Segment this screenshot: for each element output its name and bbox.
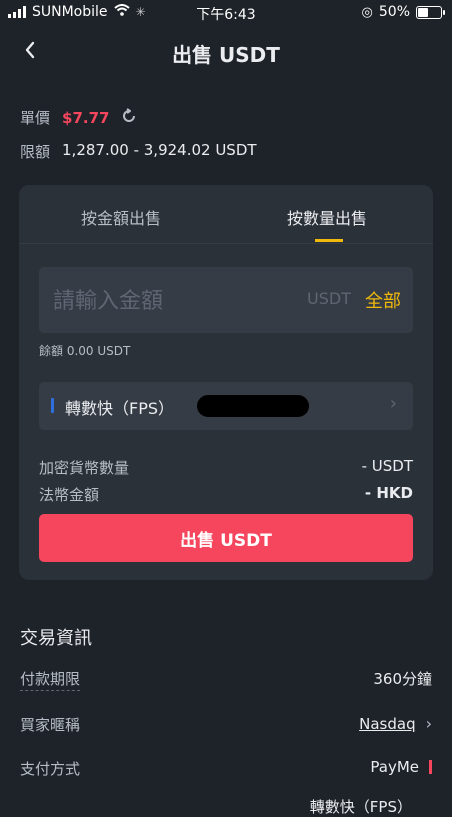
nav-bar: 出售 USDT <box>0 30 452 74</box>
status-bar: SUNMobile ✳ 下午6:43 ◎ 50% <box>0 0 452 26</box>
orientation-lock-icon: ◎ <box>361 4 373 20</box>
chevron-right-icon: › <box>389 393 397 414</box>
payment-methods-row: 支付方式 PayMe <box>20 758 432 779</box>
battery-percent: 50% <box>378 4 410 20</box>
sell-card: 按金額出售 按數量出售 USDT 全部 餘額 0.00 USDT 轉數快（FPS… <box>19 185 433 580</box>
buyer-nickname-link[interactable]: Nasdaq <box>359 715 415 733</box>
amount-unit: USDT <box>307 289 351 308</box>
balance-text: 餘額 0.00 USDT <box>39 344 131 358</box>
active-tab-indicator <box>315 239 343 242</box>
payment-methods-label: 支付方式 <box>20 760 81 778</box>
amount-input[interactable] <box>51 267 295 335</box>
payment-deadline-label[interactable]: 付款期限 <box>20 670 81 691</box>
crypto-amount-row: 加密貨幣數量 - USDT <box>39 457 413 478</box>
redacted-account <box>197 395 309 417</box>
trade-info-title: 交易資訊 <box>20 628 92 649</box>
limit-label: 限額 <box>20 143 51 161</box>
fiat-amount-label: 法幣金額 <box>39 486 100 504</box>
tab-sell-by-quantity[interactable]: 按數量出售 <box>287 205 367 229</box>
battery-icon <box>416 5 445 19</box>
fps-method: 轉數快（FPS） <box>309 798 412 816</box>
price-label: 單價 <box>20 109 51 127</box>
price-row: 單價 $7.77 <box>20 107 137 128</box>
page-title: 出售 USDT <box>172 43 280 67</box>
all-button[interactable]: 全部 <box>365 287 401 313</box>
chevron-right-icon[interactable]: › <box>426 714 432 733</box>
fiat-amount-row: 法幣金額 - HKD <box>39 484 413 505</box>
buyer-nickname-label: 買家暱稱 <box>20 716 81 734</box>
payment-deadline-row: 付款期限 360分鐘 <box>20 668 432 691</box>
payment-deadline-value: 360分鐘 <box>373 670 432 688</box>
sell-button[interactable]: 出售 USDT <box>39 514 413 562</box>
price-value: $7.77 <box>62 108 110 127</box>
crypto-amount-value: - USDT <box>361 457 413 475</box>
tab-bar: 按金額出售 按數量出售 <box>19 185 433 244</box>
tab-sell-by-amount[interactable]: 按金額出售 <box>81 205 161 229</box>
payment-method-selector[interactable]: 轉數快（FPS） › <box>39 382 413 430</box>
refresh-icon[interactable] <box>121 107 137 128</box>
payment-color-bar <box>51 398 54 413</box>
fiat-amount-value: - HKD <box>364 484 413 502</box>
payme-color-bar <box>429 760 432 774</box>
buyer-nickname-row: 買家暱稱 Nasdaq › <box>20 714 432 735</box>
payment-method-label: 轉數快（FPS） <box>65 399 175 418</box>
limit-value: 1,287.00 - 3,924.02 USDT <box>62 141 257 159</box>
crypto-amount-label: 加密貨幣數量 <box>39 459 130 477</box>
amount-field: USDT 全部 <box>39 267 413 335</box>
payme-method: PayMe <box>370 758 419 776</box>
limit-row: 限額 1,287.00 - 3,924.02 USDT <box>20 141 257 162</box>
